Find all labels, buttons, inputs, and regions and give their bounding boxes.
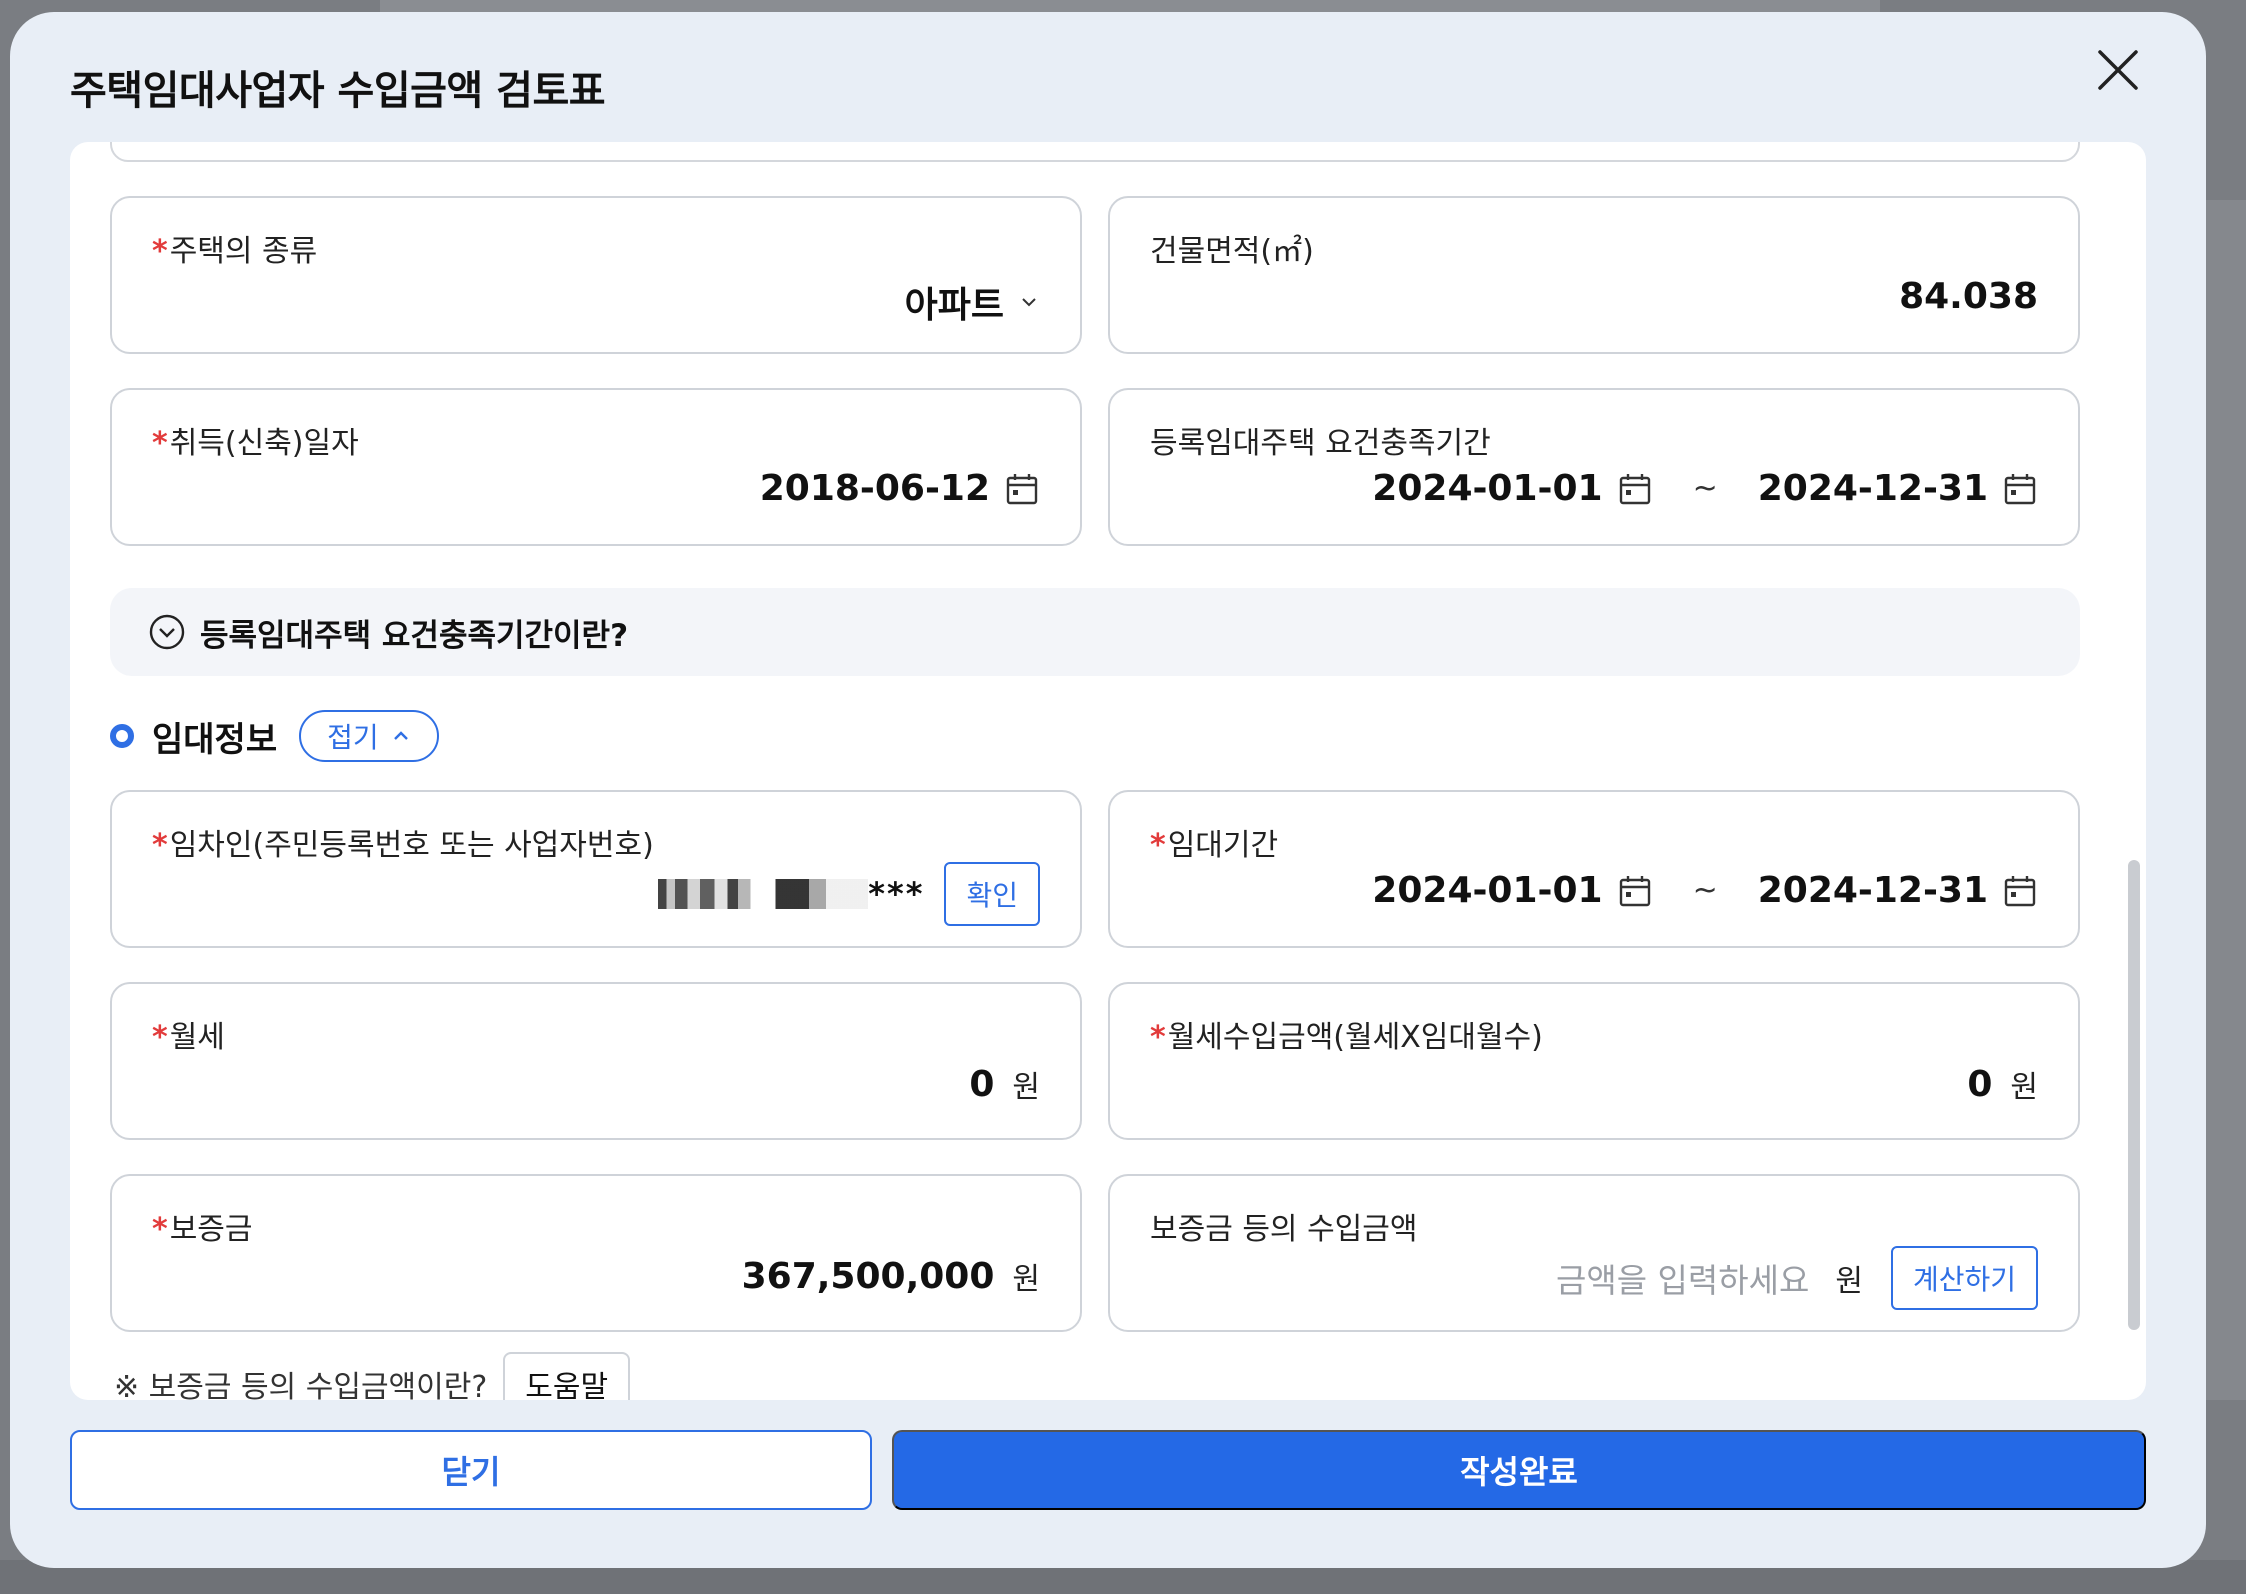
fold-button-label: 접기 — [327, 721, 379, 754]
close-icon — [2098, 50, 2138, 90]
acquisition-date-label: 취득(신축)일자 — [169, 426, 359, 461]
modal-title: 주택임대사업자 수입금액 검토표 — [70, 68, 606, 114]
lease-period-label: 임대기간 — [1167, 828, 1279, 863]
deposit-help-text: ※ 보증금 등의 수입금액이란? — [114, 1370, 488, 1400]
deposit-income-field[interactable]: 보증금 등의 수입금액 금액을 입력하세요 원 계산하기 — [1108, 1174, 2080, 1332]
calendar-icon[interactable] — [2002, 471, 2038, 507]
required-mark: * — [152, 234, 168, 269]
lease-start-date: 2024-01-01 — [1372, 870, 1603, 911]
deposit-income-label: 보증금 등의 수입금액 — [1150, 1212, 1418, 1247]
building-area-field[interactable]: 건물면적(㎡) 84.038 — [1108, 196, 2080, 354]
deposit-value: 367,500,000 — [741, 1255, 995, 1297]
close-button[interactable] — [2090, 42, 2146, 98]
masked-suffix: *** — [868, 875, 925, 913]
required-mark: * — [1150, 828, 1166, 863]
section-bullet-icon — [110, 724, 134, 748]
building-area-value: 84.038 — [1899, 276, 2038, 317]
house-type-select[interactable]: *주택의 종류 아파트 — [110, 196, 1082, 354]
calendar-icon[interactable] — [1004, 471, 1040, 507]
requirement-period-label: 등록임대주택 요건충족기간 — [1150, 426, 1491, 461]
calendar-icon[interactable] — [1617, 873, 1653, 909]
requirement-period-field[interactable]: 등록임대주택 요건충족기간 2024-01-01 ~ 2024-12-31 — [1108, 388, 2080, 546]
required-mark: * — [1150, 1020, 1166, 1055]
monthly-rent-value: 0 — [969, 1063, 995, 1105]
chevron-down-icon — [1022, 298, 1036, 307]
lease-end-date: 2024-12-31 — [1757, 870, 1988, 911]
house-type-value: 아파트 — [904, 285, 1004, 326]
date-range-separator: ~ — [1692, 471, 1718, 506]
calculate-button[interactable]: 계산하기 — [1890, 1246, 2038, 1310]
monthly-income-value: 0 — [1967, 1063, 1993, 1105]
deposit-field[interactable]: *보증금 367,500,000 원 — [110, 1174, 1082, 1332]
requirement-info-text: 등록임대주택 요건충족기간이란? — [200, 617, 629, 654]
currency-unit: 원 — [1012, 1262, 1040, 1297]
close-footer-button[interactable]: 닫기 — [70, 1430, 872, 1510]
requirement-end-date: 2024-12-31 — [1757, 468, 1988, 509]
calendar-icon[interactable] — [1617, 471, 1653, 507]
required-mark: * — [152, 1212, 168, 1247]
deposit-income-input[interactable]: 금액을 입력하세요 — [1556, 1254, 1809, 1302]
lease-section-header: 임대정보 접기 — [110, 710, 439, 762]
help-button[interactable]: 도움말 — [503, 1352, 631, 1400]
tenant-id-label: 임차인(주민등록번호 또는 사업자번호) — [169, 828, 654, 863]
fold-button[interactable]: 접기 — [299, 710, 439, 762]
date-range-separator: ~ — [1692, 873, 1718, 908]
currency-unit: 원 — [2010, 1070, 2038, 1105]
chevron-up-icon — [393, 731, 408, 740]
review-modal: 주택임대사업자 수입금액 검토표 *주택의 종류 아파트 건물면적(㎡) 84.… — [10, 12, 2206, 1568]
previous-field — [110, 142, 2080, 162]
calendar-icon[interactable] — [2002, 873, 2038, 909]
deposit-label: 보증금 — [169, 1212, 253, 1247]
monthly-income-label: 월세수입금액(월세X임대월수) — [1167, 1020, 1543, 1055]
chevron-circle-down-icon — [149, 614, 185, 650]
tenant-id-field[interactable]: *임차인(주민등록번호 또는 사업자번호) *** 확인 — [110, 790, 1082, 948]
acquisition-date-field[interactable]: *취득(신축)일자 2018-06-12 — [110, 388, 1082, 546]
confirm-tenant-button[interactable]: 확인 — [944, 862, 1040, 926]
monthly-income-field[interactable]: *월세수입금액(월세X임대월수) 0 원 — [1108, 982, 2080, 1140]
building-area-label: 건물면적(㎡) — [1150, 234, 1314, 269]
requirement-start-date: 2024-01-01 — [1372, 468, 1603, 509]
requirement-info-toggle[interactable]: 등록임대주택 요건충족기간이란? — [110, 588, 2080, 676]
scrollbar[interactable] — [2128, 860, 2140, 1330]
masked-tenant-id — [658, 879, 869, 909]
deposit-help-row: ※ 보증금 등의 수입금액이란? 도움말 — [114, 1352, 631, 1400]
required-mark: * — [152, 1020, 168, 1055]
complete-button[interactable]: 작성완료 — [892, 1430, 2146, 1510]
monthly-rent-field[interactable]: *월세 0 원 — [110, 982, 1082, 1140]
monthly-rent-label: 월세 — [169, 1020, 225, 1055]
form-scroll-area[interactable]: *주택의 종류 아파트 건물면적(㎡) 84.038 *취득(신축)일자 201… — [70, 142, 2146, 1400]
lease-period-field[interactable]: *임대기간 2024-01-01 ~ 2024-12-31 — [1108, 790, 2080, 948]
acquisition-date-value: 2018-06-12 — [759, 468, 990, 509]
lease-section-title: 임대정보 — [152, 719, 278, 760]
currency-unit: 원 — [1012, 1070, 1040, 1105]
required-mark: * — [152, 426, 168, 461]
currency-unit: 원 — [1835, 1264, 1863, 1299]
required-mark: * — [152, 828, 168, 863]
house-type-label: 주택의 종류 — [169, 234, 318, 269]
background-side-panel — [2201, 200, 2246, 1400]
